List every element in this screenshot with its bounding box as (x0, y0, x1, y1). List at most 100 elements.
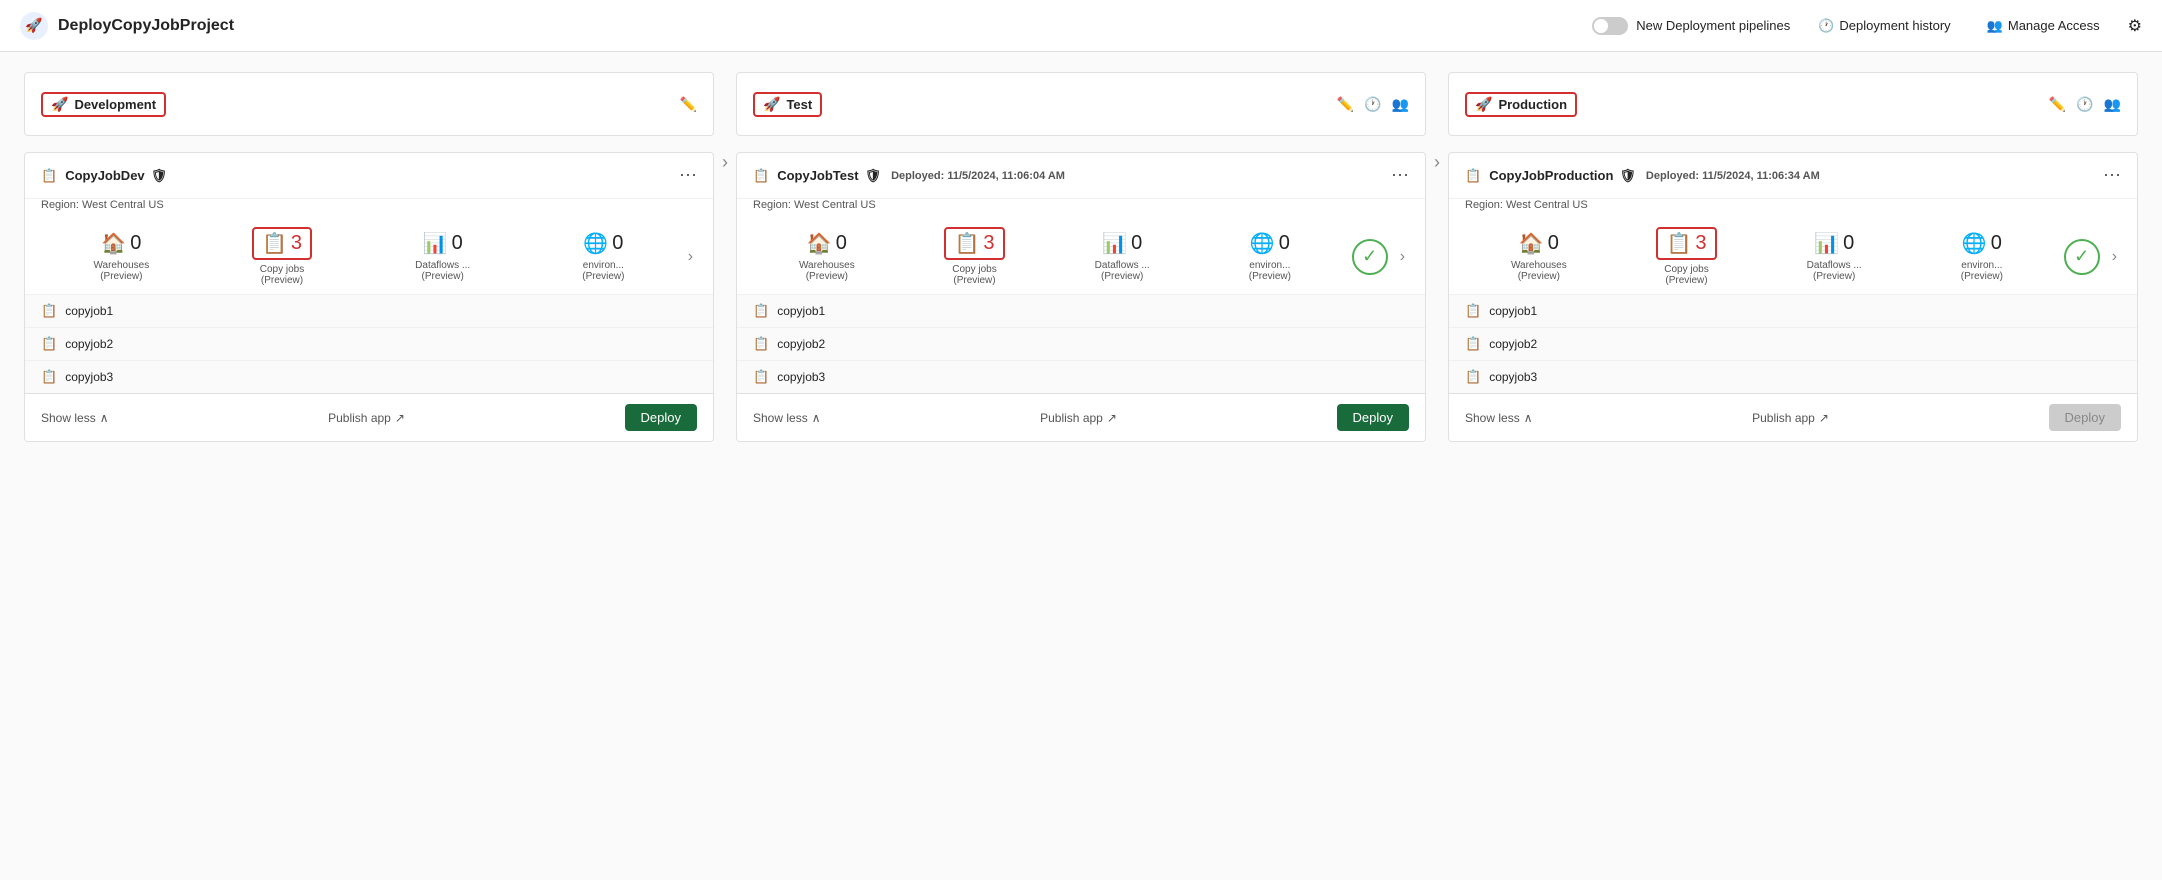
workspace-type-icon: 📋 (41, 168, 57, 184)
workspace-region: Region: West Central US (737, 199, 1425, 219)
environments-stat[interactable]: 🌐 0 environ...(Preview) (523, 231, 684, 282)
right-arrow-icon: › (722, 152, 728, 173)
workspace-region: Region: West Central US (1449, 199, 2137, 219)
item-name: copyjob3 (1489, 370, 1537, 384)
environments-count: 🌐 0 (1962, 231, 2002, 256)
deploy-button[interactable]: Deploy (1337, 404, 1409, 431)
development-stage-name: Development (74, 97, 156, 112)
workspace-more-menu[interactable]: ⋯ (2103, 165, 2121, 186)
history-icon[interactable]: 🕐 (1364, 96, 1381, 113)
list-item: 📋 copyjob3 (737, 361, 1425, 393)
arrow-dev-to-test: › (714, 152, 736, 173)
chevron-up-icon: ∧ (1524, 411, 1533, 425)
chevron-up-icon: ∧ (812, 411, 821, 425)
show-less-button[interactable]: Show less ∧ (41, 411, 109, 425)
warehouses-stat[interactable]: 🏠 0 Warehouses(Preview) (1465, 231, 1613, 282)
item-icon: 📋 (753, 303, 769, 319)
copy-jobs-count: 📋 3 (1656, 227, 1716, 260)
test-column: 🚀 Test ✏️ 🕐 👥 📋 CopyJobTest 🛡 (736, 72, 1426, 442)
stat-scroll-arrow[interactable]: › (684, 248, 697, 266)
warehouses-stat[interactable]: 🏠 0 Warehouses(Preview) (41, 231, 202, 282)
workspace-name: CopyJobDev 🛡 (65, 168, 167, 184)
deploy-button[interactable]: Deploy (2049, 404, 2121, 431)
environments-stat[interactable]: 🌐 0 environ...(Preview) (1908, 231, 2056, 282)
dataflows-icon: 📊 (1102, 231, 1127, 256)
deployment-history-button[interactable]: 🕐 Deployment history (1810, 14, 1958, 38)
environments-stat[interactable]: 🌐 0 environ...(Preview) (1196, 231, 1344, 282)
edit-icon[interactable]: ✏️ (2049, 96, 2066, 113)
copy-jobs-label: Copy jobs(Preview) (952, 264, 996, 286)
warehouse-icon: 🏠 (101, 231, 126, 256)
deploy-access-icon[interactable]: 👥 (2104, 96, 2121, 113)
item-icon: 📋 (1465, 303, 1481, 319)
copy-jobs-stat[interactable]: 📋 3 Copy jobs(Preview) (901, 227, 1049, 286)
history-label: Deployment history (1839, 18, 1950, 33)
warehouses-count: 🏠 0 (807, 231, 847, 256)
warehouses-label: Warehouses(Preview) (1511, 260, 1567, 282)
dataflows-stat[interactable]: 📊 0 Dataflows ...(Preview) (1048, 231, 1196, 282)
publish-app-button[interactable]: Publish app ↗ (1752, 411, 1829, 425)
environments-label: environ...(Preview) (1249, 260, 1291, 282)
workspace-card-header: 📋 CopyJobTest 🛡 Deployed: 11/5/2024, 11:… (737, 153, 1425, 199)
warehouses-label: Warehouses(Preview) (799, 260, 855, 282)
chevron-up-icon: ∧ (100, 411, 109, 425)
stat-scroll-arrow[interactable]: › (1396, 248, 1409, 266)
stage-pipeline-icon: 🚀 (1475, 96, 1492, 113)
item-icon: 📋 (753, 369, 769, 385)
item-name: copyjob2 (65, 337, 113, 351)
dataflows-icon: 📊 (1814, 231, 1839, 256)
deployed-check-circle: ✓ (1352, 239, 1388, 275)
environments-icon: 🌐 (583, 231, 608, 256)
deployed-check-circle: ✓ (2064, 239, 2100, 275)
publish-app-button[interactable]: Publish app ↗ (328, 411, 405, 425)
dataflows-stat[interactable]: 📊 0 Dataflows ...(Preview) (362, 231, 523, 282)
show-less-button[interactable]: Show less ∧ (1465, 411, 1533, 425)
copy-jobs-count: 📋 3 (944, 227, 1004, 260)
card-footer: Show less ∧ Publish app ↗ Deploy (737, 393, 1425, 441)
copy-jobs-count: 📋 3 (252, 227, 312, 260)
history-icon[interactable]: 🕐 (2076, 96, 2093, 113)
workspace-card-header: 📋 CopyJobProduction 🛡 Deployed: 11/5/202… (1449, 153, 2137, 199)
environments-count: 🌐 0 (1250, 231, 1290, 256)
copy-jobs-stat[interactable]: 📋 3 Copy jobs(Preview) (202, 227, 363, 286)
workspace-more-menu[interactable]: ⋯ (679, 165, 697, 186)
list-item: 📋 copyjob3 (1449, 361, 2137, 393)
item-name: copyjob3 (777, 370, 825, 384)
environments-label: environ...(Preview) (1961, 260, 2003, 282)
dataflows-count: 📊 0 (1814, 231, 1854, 256)
stage-pipeline-icon: 🚀 (763, 96, 780, 113)
edit-icon[interactable]: ✏️ (680, 96, 697, 113)
dataflows-count: 📊 0 (423, 231, 463, 256)
settings-icon[interactable]: ⚙ (2128, 16, 2142, 36)
dataflows-stat[interactable]: 📊 0 Dataflows ...(Preview) (1760, 231, 1908, 282)
toggle-thumb (1594, 19, 1608, 33)
test-workspace-card: 📋 CopyJobTest 🛡 Deployed: 11/5/2024, 11:… (736, 152, 1426, 442)
list-item: 📋 copyjob1 (737, 295, 1425, 328)
new-deployment-pipelines-toggle[interactable]: New Deployment pipelines (1592, 17, 1790, 35)
item-icon: 📋 (41, 369, 57, 385)
item-icon: 📋 (1465, 369, 1481, 385)
warehouses-stat[interactable]: 🏠 0 Warehouses(Preview) (753, 231, 901, 282)
right-arrow-icon: › (1434, 152, 1440, 173)
copy-jobs-stat[interactable]: 📋 3 Copy jobs(Preview) (1613, 227, 1761, 286)
list-item: 📋 copyjob2 (737, 328, 1425, 361)
stat-scroll-arrow[interactable]: › (2108, 248, 2121, 266)
item-name: copyjob3 (65, 370, 113, 384)
deploy-access-icon[interactable]: 👥 (1392, 96, 1409, 113)
item-icon: 📋 (753, 336, 769, 352)
app-header: 🚀 DeployCopyJobProject New Deployment pi… (0, 0, 2162, 52)
warehouse-icon: 🏠 (1519, 231, 1544, 256)
manage-access-button[interactable]: 👥 Manage Access (1979, 14, 2108, 38)
workspace-header-left: 📋 CopyJobProduction 🛡 Deployed: 11/5/202… (1465, 168, 1820, 184)
item-icon: 📋 (41, 336, 57, 352)
manage-access-label: Manage Access (2008, 18, 2100, 33)
copy-jobs-icon: 📋 (262, 231, 287, 256)
show-less-button[interactable]: Show less ∧ (753, 411, 821, 425)
development-workspace-card: 📋 CopyJobDev 🛡 ⋯ Region: West Central US… (24, 152, 714, 442)
external-link-icon: ↗ (395, 411, 405, 425)
workspace-more-menu[interactable]: ⋯ (1391, 165, 1409, 186)
workspace-type-icon: 📋 (753, 168, 769, 184)
deploy-button[interactable]: Deploy (625, 404, 697, 431)
publish-app-button[interactable]: Publish app ↗ (1040, 411, 1117, 425)
edit-icon[interactable]: ✏️ (1337, 96, 1354, 113)
